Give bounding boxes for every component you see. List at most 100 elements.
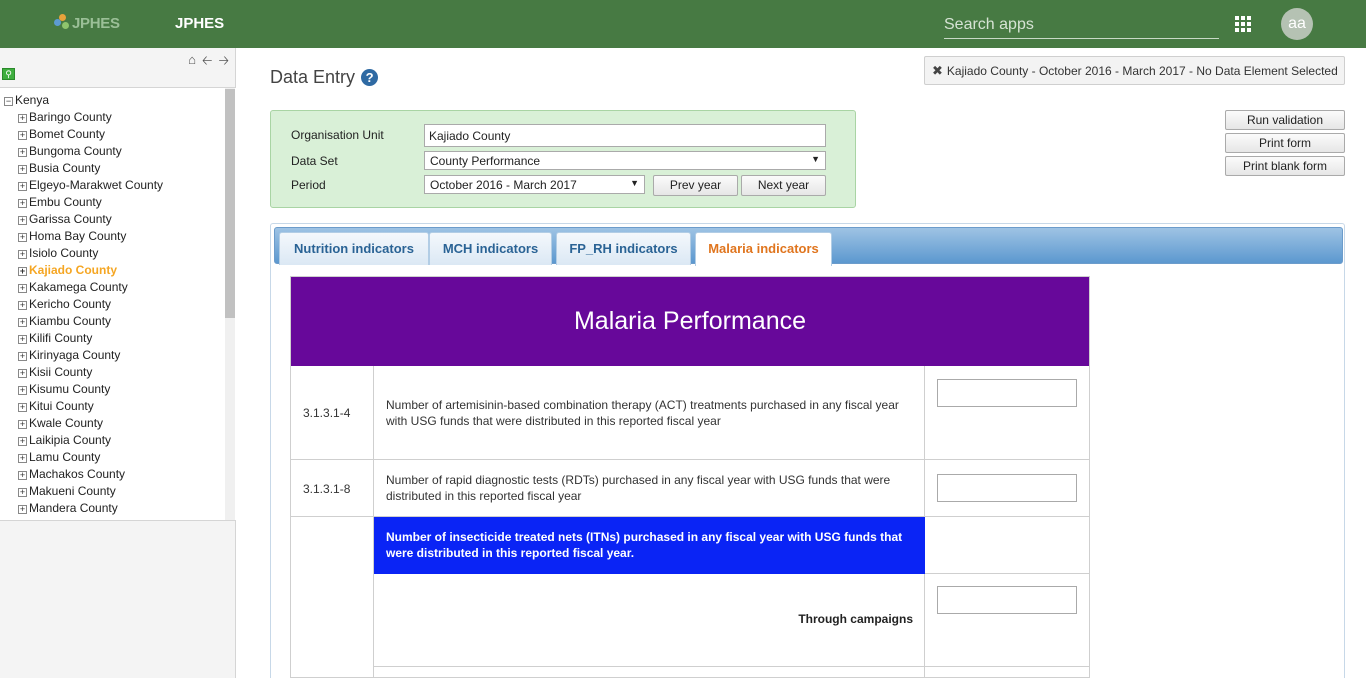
tree-item[interactable]: + Garissa County xyxy=(18,212,112,227)
expand-icon[interactable]: + xyxy=(18,182,27,191)
search-icon[interactable]: ⚲ xyxy=(2,68,15,80)
tree-item[interactable]: + Baringo County xyxy=(18,110,112,125)
tree-item[interactable]: + Laikipia County xyxy=(18,433,111,448)
expand-icon[interactable]: + xyxy=(18,233,27,242)
tree-item-label: Mandera County xyxy=(29,501,118,515)
collapse-icon[interactable]: − xyxy=(4,97,13,106)
print-blank-form-button[interactable]: Print blank form xyxy=(1225,156,1345,176)
expand-icon[interactable]: + xyxy=(18,369,27,378)
tree-item[interactable]: + Kwale County xyxy=(18,416,103,431)
apps-grid-icon[interactable] xyxy=(1235,16,1251,32)
tree-item[interactable]: + Kiambu County xyxy=(18,314,111,329)
search-apps-input[interactable] xyxy=(944,12,1219,38)
tree-item[interactable]: + Bungoma County xyxy=(18,144,122,159)
period-select[interactable]: October 2016 - March 2017 ▼ xyxy=(424,175,645,194)
tab-fp-rh-indicators[interactable]: FP_RH indicators xyxy=(556,232,691,265)
expand-icon[interactable]: + xyxy=(18,165,27,174)
expand-icon[interactable]: + xyxy=(18,301,27,310)
tree-item[interactable]: + Mandera County xyxy=(18,501,118,516)
indicator-code: 3.1.3.1-4 xyxy=(303,406,351,420)
expand-icon[interactable]: + xyxy=(18,403,27,412)
row-value-cell xyxy=(925,667,1089,677)
selection-criteria: Organisation Unit Kajiado County Data Se… xyxy=(270,110,856,208)
expand-icon[interactable]: + xyxy=(18,148,27,157)
row-value-cell xyxy=(925,366,1089,460)
arrow-left-icon[interactable]: 🡠 xyxy=(202,52,213,74)
expand-icon[interactable]: + xyxy=(18,437,27,446)
expand-icon[interactable]: + xyxy=(18,318,27,327)
close-icon[interactable]: ✖ xyxy=(932,63,943,78)
value-input[interactable] xyxy=(937,586,1077,614)
home-icon[interactable]: ⌂ xyxy=(188,52,196,74)
tree-item-label: Bungoma County xyxy=(29,144,122,158)
expand-icon[interactable]: + xyxy=(18,114,27,123)
logo[interactable]: JPHES xyxy=(54,12,120,34)
expand-icon[interactable]: + xyxy=(18,352,27,361)
expand-icon[interactable]: + xyxy=(18,471,27,480)
dropdown-arrow-icon: ▼ xyxy=(811,154,820,164)
tree-item[interactable]: + Machakos County xyxy=(18,467,125,482)
prev-year-button[interactable]: Prev year xyxy=(653,175,738,196)
expand-icon[interactable]: + xyxy=(18,420,27,429)
expand-icon[interactable]: + xyxy=(18,267,27,276)
tab-nutrition-indicators[interactable]: Nutrition indicators xyxy=(279,232,429,265)
help-icon[interactable]: ? xyxy=(361,69,379,86)
tree-item[interactable]: + Makueni County xyxy=(18,484,116,499)
tree-item[interactable]: + Kakamega County xyxy=(18,280,128,295)
next-year-button[interactable]: Next year xyxy=(741,175,826,196)
org-unit-label: Organisation Unit xyxy=(291,128,384,142)
tree-item[interactable]: + Kericho County xyxy=(18,297,111,312)
expand-icon[interactable]: + xyxy=(18,250,27,259)
expand-icon[interactable]: + xyxy=(18,284,27,293)
tree-item[interactable]: + Elgeyo-Marakwet County xyxy=(18,178,163,193)
tree-item[interactable]: + Isiolo County xyxy=(18,246,98,261)
print-form-button[interactable]: Print form xyxy=(1225,133,1345,153)
expand-icon[interactable]: + xyxy=(18,199,27,208)
tree-item[interactable]: + Kisii County xyxy=(18,365,92,380)
expand-icon[interactable]: + xyxy=(18,386,27,395)
org-unit-field[interactable]: Kajiado County xyxy=(424,124,826,147)
form-title: Malaria Performance xyxy=(291,277,1089,366)
tree-scrollbar-thumb[interactable] xyxy=(225,89,235,318)
data-entry-form: Malaria Performance 3.1.3.1-4 Number of … xyxy=(290,276,1090,678)
tree-item[interactable]: + Kirinyaga County xyxy=(18,348,120,363)
sub-row-label-cell xyxy=(374,667,925,677)
value-input[interactable] xyxy=(937,379,1077,407)
expand-icon[interactable]: + xyxy=(18,505,27,514)
tree-item[interactable]: + Lamu County xyxy=(18,450,100,465)
run-validation-button[interactable]: Run validation xyxy=(1225,110,1345,130)
tree-item-label: Baringo County xyxy=(29,110,112,124)
tab-malaria-indicators[interactable]: Malaria indicators xyxy=(695,232,832,266)
tree-item[interactable]: + Kajiado County xyxy=(18,263,117,278)
tree-item[interactable]: + Kisumu County xyxy=(18,382,110,397)
indicator-description: Number of artemisinin-based combination … xyxy=(386,398,899,428)
tree-item-label: Kilifi County xyxy=(29,331,93,345)
expand-icon[interactable]: + xyxy=(18,488,27,497)
expand-icon[interactable]: + xyxy=(18,131,27,140)
tree-item[interactable]: + Kilifi County xyxy=(18,331,92,346)
tree-item[interactable]: + Embu County xyxy=(18,195,102,210)
indicator-code: 3.1.3.1-8 xyxy=(303,482,351,496)
indicator-description: Number of rapid diagnostic tests (RDTs) … xyxy=(386,473,891,503)
data-set-select[interactable]: County Performance ▼ xyxy=(424,151,826,170)
search-apps-field[interactable] xyxy=(944,12,1219,39)
expand-icon[interactable]: + xyxy=(18,335,27,344)
top-bar: JPHES JPHES aa xyxy=(0,0,1366,48)
tree-item[interactable]: +Marsabit County xyxy=(18,518,116,520)
tree-item[interactable]: + Kitui County xyxy=(18,399,94,414)
tree-scrollbar[interactable] xyxy=(225,88,235,520)
arrow-right-icon[interactable]: 🡢 xyxy=(218,52,229,74)
tree-root-kenya[interactable]: − Kenya xyxy=(4,93,49,108)
tree-item-label: Kakamega County xyxy=(29,280,128,294)
row-code-cell: 3.1.3.1-8 xyxy=(291,460,374,517)
tree-item[interactable]: + Busia County xyxy=(18,161,100,176)
expand-icon[interactable]: + xyxy=(18,454,27,463)
row-code-cell: 3.1.3.1-4 xyxy=(291,366,374,460)
tree-item[interactable]: + Homa Bay County xyxy=(18,229,126,244)
expand-icon[interactable]: + xyxy=(18,216,27,225)
value-input[interactable] xyxy=(937,474,1077,502)
tree-item[interactable]: + Bomet County xyxy=(18,127,105,142)
tab-mch-indicators[interactable]: MCH indicators xyxy=(429,232,552,265)
tab-bar: Nutrition indicators MCH indicators FP_R… xyxy=(274,227,1343,266)
avatar[interactable]: aa xyxy=(1281,8,1313,40)
